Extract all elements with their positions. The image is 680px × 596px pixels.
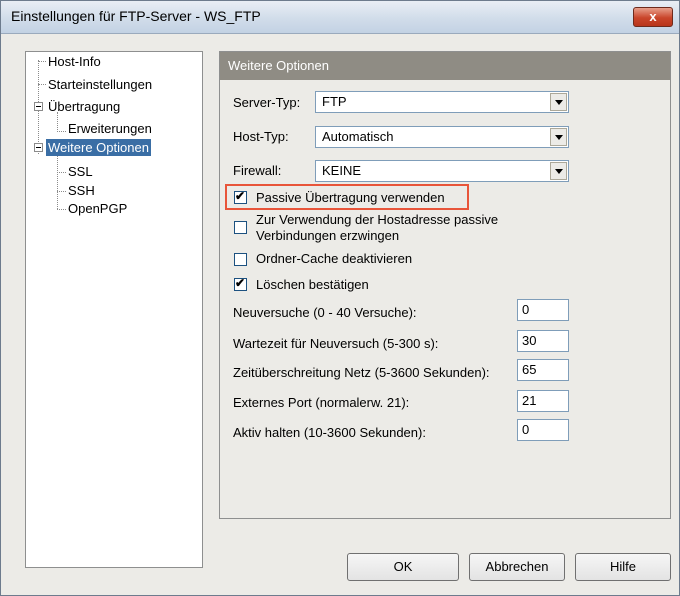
- firewall-select[interactable]: KEINE: [315, 160, 569, 182]
- passive-transfer-checkbox[interactable]: ✔: [234, 189, 247, 204]
- chevron-down-icon[interactable]: [550, 128, 567, 146]
- retries-input[interactable]: 0: [517, 299, 569, 321]
- force-passive-label-line2: Verbindungen erzwingen: [256, 228, 400, 243]
- tree-item-starteinstellungen[interactable]: Starteinstellungen: [48, 76, 152, 93]
- help-button[interactable]: Hilfe: [575, 553, 671, 581]
- retries-label: Neuversuche (0 - 40 Versuche):: [233, 305, 417, 320]
- settings-tree: Host-Info Starteinstellungen Übertragung…: [25, 51, 203, 568]
- tree-item-openpgp[interactable]: OpenPGP: [68, 200, 127, 217]
- tree-item-ssh[interactable]: SSH: [68, 182, 95, 199]
- force-passive-checkbox[interactable]: [234, 221, 247, 234]
- tree-connector: [38, 61, 46, 62]
- confirm-delete-checkbox[interactable]: ✔: [234, 276, 247, 291]
- tree-item-ssl[interactable]: SSL: [68, 163, 93, 180]
- retry-wait-input[interactable]: 30: [517, 330, 569, 352]
- close-icon: x: [649, 9, 657, 24]
- tree-connector: [57, 156, 58, 209]
- tree-item-uebertragung[interactable]: Übertragung: [48, 98, 120, 115]
- tree-connector: [57, 191, 66, 192]
- host-type-value: Automatisch: [322, 129, 394, 144]
- force-passive-label-line1: Zur Verwendung der Hostadresse passive: [256, 212, 499, 227]
- tree-item-host-info[interactable]: Host-Info: [48, 53, 101, 70]
- collapse-icon[interactable]: [34, 143, 43, 152]
- server-type-label: Server-Typ:: [233, 95, 301, 110]
- external-port-input[interactable]: 21: [517, 390, 569, 412]
- firewall-value: KEINE: [322, 163, 362, 178]
- checkmark-icon: ✔: [235, 189, 246, 203]
- collapse-icon[interactable]: [34, 102, 43, 111]
- folder-cache-checkbox[interactable]: [234, 253, 247, 266]
- tree-connector: [57, 131, 66, 132]
- external-port-label: Externes Port (normalerw. 21):: [233, 395, 410, 410]
- passive-transfer-label: Passive Übertragung verwenden: [256, 190, 445, 205]
- folder-cache-label: Ordner-Cache deaktivieren: [256, 251, 413, 266]
- checkmark-icon: ✔: [235, 276, 246, 290]
- ok-button[interactable]: OK: [347, 553, 459, 581]
- tree-item-erweiterungen[interactable]: Erweiterungen: [68, 120, 152, 137]
- cancel-button[interactable]: Abbrechen: [469, 553, 565, 581]
- retry-wait-label: Wartezeit für Neuversuch (5-300 s):: [233, 336, 439, 351]
- tree-item-weitere-optionen[interactable]: Weitere Optionen: [46, 139, 151, 156]
- title-bar: Einstellungen für FTP-Server - WS_FTP x: [1, 1, 679, 34]
- chevron-down-icon[interactable]: [550, 93, 567, 111]
- host-type-select[interactable]: Automatisch: [315, 126, 569, 148]
- host-type-label: Host-Typ:: [233, 129, 289, 144]
- server-type-value: FTP: [322, 94, 347, 109]
- settings-dialog: Einstellungen für FTP-Server - WS_FTP x …: [0, 0, 680, 596]
- close-button[interactable]: x: [633, 7, 673, 27]
- server-type-select[interactable]: FTP: [315, 91, 569, 113]
- chevron-down-icon[interactable]: [550, 162, 567, 180]
- firewall-label: Firewall:: [233, 163, 282, 178]
- tree-connector: [57, 209, 66, 210]
- network-timeout-label: Zeitüberschreitung Netz (5-3600 Sekunden…: [233, 365, 490, 380]
- network-timeout-input[interactable]: 65: [517, 359, 569, 381]
- keep-alive-label: Aktiv halten (10-3600 Sekunden):: [233, 425, 426, 440]
- keep-alive-input[interactable]: 0: [517, 419, 569, 441]
- tree-connector: [57, 172, 66, 173]
- tree-connector: [57, 112, 58, 132]
- window-title: Einstellungen für FTP-Server - WS_FTP: [11, 8, 261, 24]
- confirm-delete-label: Löschen bestätigen: [256, 277, 369, 292]
- panel-header: Weitere Optionen: [220, 52, 670, 80]
- tree-connector: [38, 84, 46, 85]
